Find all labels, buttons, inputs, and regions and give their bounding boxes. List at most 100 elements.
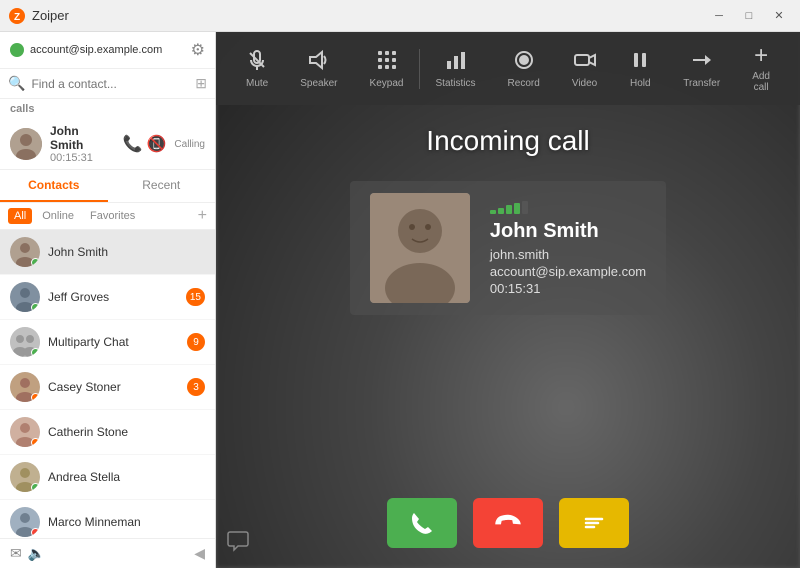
contact-avatar-jeff-groves [10,282,40,312]
keypad-button[interactable]: Keypad [356,45,418,93]
speaker-label: Speaker [300,78,337,89]
app-icon: Z [8,7,26,25]
video-label: Video [572,78,597,89]
contact-item-casey-stoner[interactable]: Casey Stoner 3 [0,365,215,410]
active-call-name: John Smith [50,124,115,152]
calls-label: calls [0,99,215,119]
filter-favorites[interactable]: Favorites [84,208,141,224]
speaker-icon [308,49,330,75]
filter-all[interactable]: All [8,208,32,224]
speaker-button[interactable]: Speaker [286,45,351,93]
record-label: Record [508,78,540,89]
add-call-label: Add call [752,71,770,93]
svg-text:Z: Z [14,12,20,23]
sidebar-bottom: ✉ 🔈 ◀ [0,538,215,568]
close-button[interactable]: ✕ [766,6,792,26]
contact-badge-jeff-groves: 15 [186,288,205,306]
signal-bar-3 [506,205,512,214]
accept-call-button[interactable] [387,498,457,548]
contact-avatar-multiparty [10,327,40,357]
call-content: Incoming call [216,105,800,482]
maximize-button[interactable]: □ [736,6,762,26]
signal-bar-1 [490,210,496,214]
transfer-icon [691,49,713,75]
contact-avatar-catherin-stone [10,417,40,447]
contact-badge-multiparty: 9 [187,333,205,351]
contact-item-jeff-groves[interactable]: Jeff Groves 15 [0,275,215,320]
calls-section: calls John Smith 00:15:31 📞 📵 [0,99,215,170]
app-title-area: Z Zoiper [8,7,69,25]
decline-phone-icon [494,509,522,537]
mute-label: Mute [246,78,268,89]
sidebar: account@sip.example.com ⚙ 🔍 ⊞ calls [0,32,216,568]
account-bar: account@sip.example.com ⚙ [0,32,215,69]
app-name: Zoiper [32,8,69,23]
call-actions-bar [216,482,800,568]
hold-label: Hold [630,78,651,89]
mail-icon[interactable]: ✉ [10,545,22,562]
statistics-icon [445,49,467,75]
contact-list: John Smith Jeff Groves 15 [0,230,215,538]
status-dot-catherin-stone [31,438,40,447]
account-email: account@sip.example.com [30,44,162,56]
call-decline-icon[interactable]: 📵 [147,134,167,154]
hold-button[interactable]: Hold [615,45,665,93]
contact-name-marco-minneman: Marco Minneman [48,515,205,529]
search-input[interactable] [31,77,189,91]
active-call-status: Calling [174,139,205,150]
add-call-button[interactable]: + Add call [738,40,784,97]
settings-icon[interactable]: ⚙ [191,40,205,60]
call-accept-icon[interactable]: 📞 [123,134,143,154]
mute-icon [246,49,268,75]
statistics-button[interactable]: Statistics [422,45,490,93]
grid-icon[interactable]: ⊞ [195,75,207,92]
tab-contacts[interactable]: Contacts [0,170,108,202]
caller-username: john.smith [490,247,646,262]
caller-card: John Smith john.smith account@sip.exampl… [350,181,666,315]
hold-icon [629,49,651,75]
status-dot-jeff-groves [31,303,40,312]
active-call-item[interactable]: John Smith 00:15:31 📞 📵 Calling [0,119,215,169]
contact-name-catherin-stone: Catherin Stone [48,425,205,439]
contact-name-jeff-groves: Jeff Groves [48,290,178,304]
main-container: account@sip.example.com ⚙ 🔍 ⊞ calls [0,32,800,568]
contact-item-john-smith[interactable]: John Smith [0,230,215,275]
status-dot-casey-stoner [31,393,40,402]
transfer-button[interactable]: Transfer [669,45,734,93]
status-dot-andrea-stella [31,483,40,492]
contact-item-catherin-stone[interactable]: Catherin Stone [0,410,215,455]
signal-bar-2 [498,208,504,214]
transfer-label: Transfer [683,78,720,89]
caller-photo [370,193,470,303]
contact-item-multiparty-chat[interactable]: Multiparty Chat 9 [0,320,215,365]
record-icon [513,49,535,75]
volume-icon[interactable]: 🔈 [28,545,45,562]
decline-call-button[interactable] [473,498,543,548]
keypad-icon [376,49,398,75]
account-info: account@sip.example.com [10,43,162,57]
add-call-icon: + [754,44,768,68]
active-call-info: John Smith 00:15:31 [50,124,115,164]
contact-item-marco-minneman[interactable]: Marco Minneman [0,500,215,538]
filter-online[interactable]: Online [36,208,80,224]
video-button[interactable]: Video [558,45,611,93]
filter-add-icon[interactable]: + [198,207,207,225]
contact-avatar-marco-minneman [10,507,40,537]
record-button[interactable]: Record [494,45,554,93]
signal-bars [490,201,646,214]
active-call-actions: 📞 📵 [123,134,167,154]
search-icon: 🔍 [8,75,25,92]
collapse-icon[interactable]: ◀ [194,545,205,562]
chat-bubble-icon[interactable] [226,528,250,558]
minimize-button[interactable]: ─ [706,6,732,26]
call-toolbar: Mute Speaker [216,32,800,105]
call-panel: Mute Speaker [216,32,800,568]
message-button[interactable] [559,498,629,548]
contact-item-andrea-stella[interactable]: Andrea Stella [0,455,215,500]
tab-recent[interactable]: Recent [108,170,216,202]
caller-details: John Smith john.smith account@sip.exampl… [490,201,646,296]
mute-button[interactable]: Mute [232,45,282,93]
signal-bar-4 [514,203,520,214]
signal-bar-5 [522,201,528,214]
contact-name-multiparty: Multiparty Chat [48,335,179,349]
